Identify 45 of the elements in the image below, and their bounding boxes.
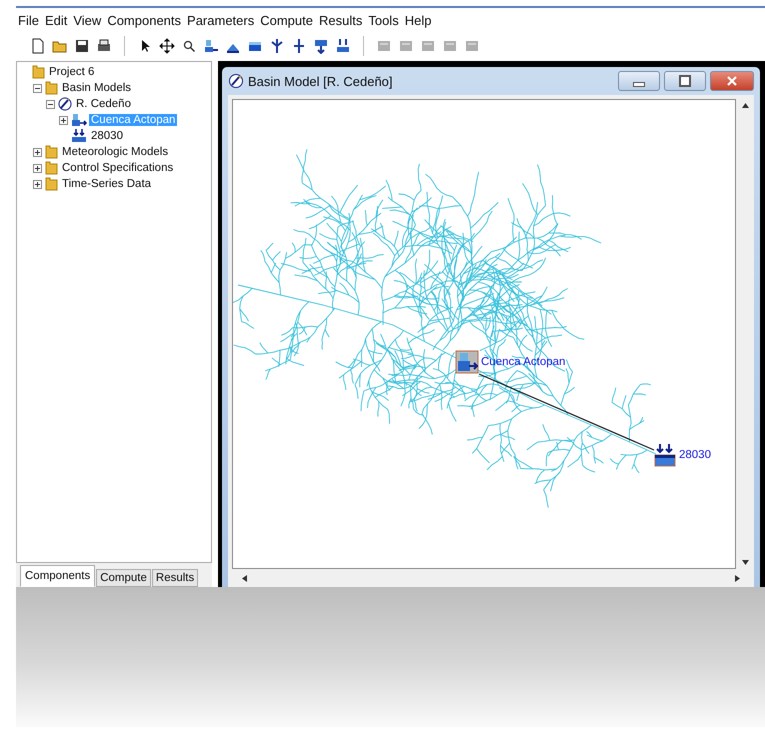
expand-icon[interactable] bbox=[33, 180, 43, 188]
menu-item[interactable]: Components bbox=[107, 13, 182, 28]
tree-item[interactable]: Project 6 bbox=[47, 66, 96, 78]
tab[interactable]: Results bbox=[152, 569, 198, 587]
collapse-icon[interactable] bbox=[33, 84, 43, 92]
folder-icon bbox=[45, 177, 58, 191]
close-icon[interactable] bbox=[727, 76, 737, 86]
minimize-button[interactable] bbox=[618, 71, 660, 91]
window-title: Basin Model [R. Cedeño] bbox=[248, 74, 393, 88]
expand-icon[interactable] bbox=[59, 116, 69, 124]
tree-item[interactable]: R. Cedeño bbox=[74, 98, 133, 110]
expand-icon[interactable] bbox=[33, 164, 43, 172]
print-icon[interactable] bbox=[96, 38, 112, 54]
menu-item[interactable]: Results bbox=[318, 13, 362, 28]
tab[interactable]: Components bbox=[20, 565, 96, 587]
tree-item[interactable]: Time-Series Data bbox=[60, 178, 154, 190]
maximize-button[interactable] bbox=[664, 71, 706, 91]
collapse-icon[interactable] bbox=[46, 100, 56, 108]
folder-icon bbox=[45, 81, 58, 95]
scroll-left-icon[interactable] bbox=[242, 574, 247, 582]
node-label: 28030 bbox=[679, 449, 711, 461]
scroll-right-icon[interactable] bbox=[735, 574, 740, 582]
tree-item[interactable]: Basin Models bbox=[60, 82, 134, 94]
menu-item[interactable]: File bbox=[18, 13, 39, 28]
save-icon[interactable] bbox=[74, 38, 90, 54]
tab[interactable]: Compute bbox=[96, 569, 151, 587]
move-icon[interactable] bbox=[159, 38, 175, 54]
expand-icon[interactable] bbox=[33, 148, 43, 156]
zoom-icon[interactable] bbox=[181, 38, 197, 54]
new-file-icon[interactable] bbox=[30, 38, 46, 54]
menu-item[interactable]: Edit bbox=[44, 13, 68, 28]
folder-icon bbox=[32, 65, 45, 79]
menu-item[interactable]: View bbox=[73, 13, 102, 28]
scroll-up-icon[interactable] bbox=[742, 103, 748, 108]
menu-item[interactable]: Compute bbox=[260, 13, 313, 28]
menu-item[interactable]: Tools bbox=[368, 13, 399, 28]
tree-item[interactable]: 28030 bbox=[89, 130, 125, 142]
folder-icon bbox=[45, 161, 58, 175]
scroll-down-icon[interactable] bbox=[742, 560, 748, 565]
folder-icon bbox=[45, 145, 58, 159]
close-button[interactable] bbox=[710, 71, 754, 91]
tree-item[interactable]: Meteorologic Models bbox=[60, 146, 170, 158]
tree-item[interactable]: Control Specifications bbox=[60, 162, 176, 174]
menu-item[interactable]: Help bbox=[404, 13, 432, 28]
menu-item[interactable]: Parameters bbox=[187, 13, 254, 28]
